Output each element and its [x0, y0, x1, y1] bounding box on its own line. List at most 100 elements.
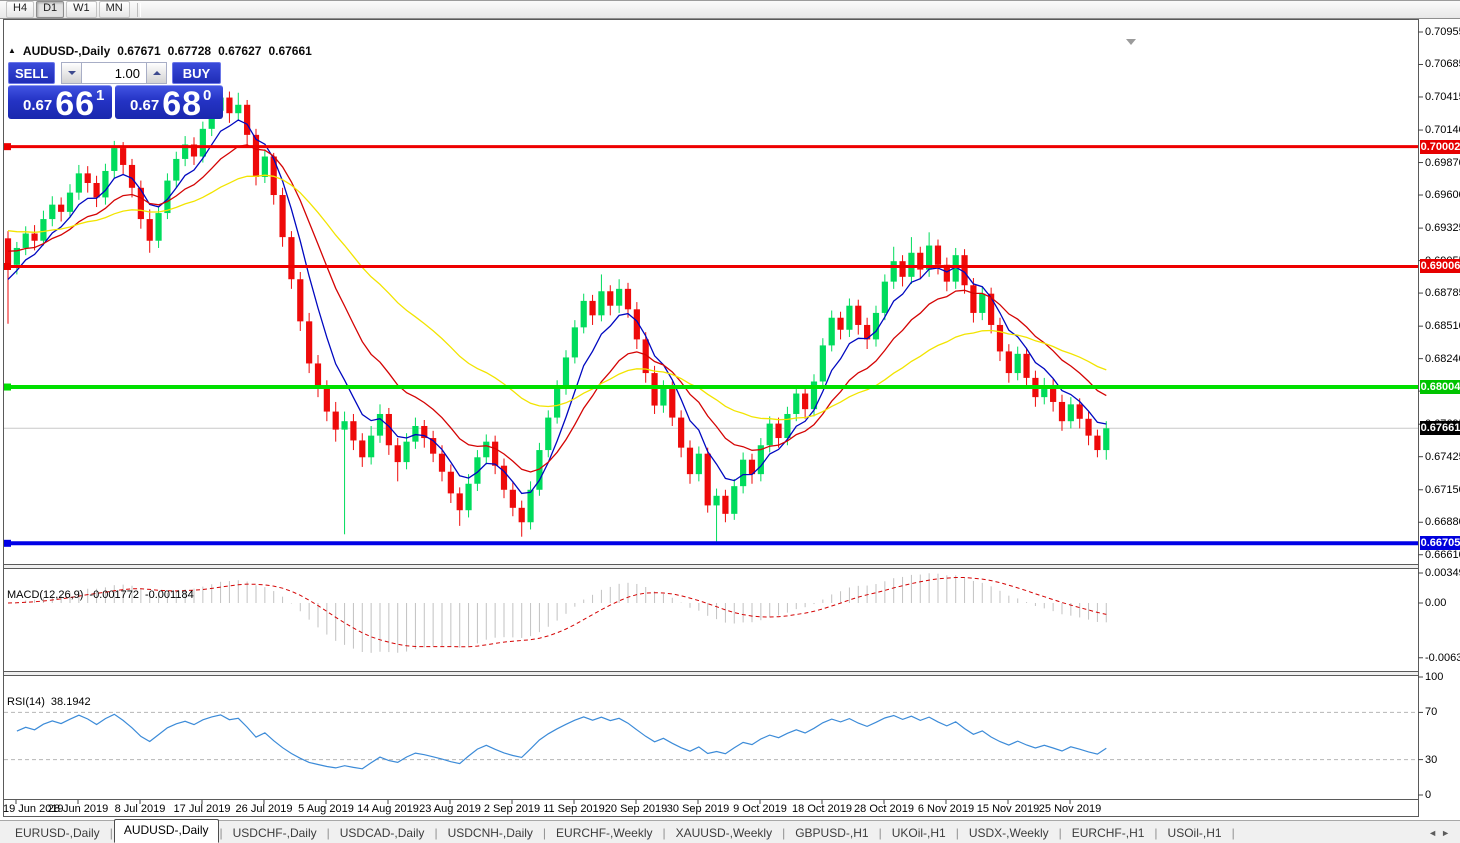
candle-body	[403, 442, 409, 462]
candle-body	[85, 173, 91, 183]
rsi-value: 38.1942	[51, 696, 91, 708]
chart-tab-audusd-daily[interactable]: AUDUSD-,Daily	[114, 819, 219, 843]
candle-body	[1103, 428, 1109, 450]
chart-tab-usdcad-daily[interactable]: USDCAD-,Daily	[331, 824, 434, 843]
time-axis-label: 5 Aug 2019	[298, 803, 354, 815]
rsi-name: RSI(14)	[7, 696, 45, 708]
candle-body	[40, 219, 46, 241]
macd-tick-label: 0.00	[1425, 597, 1446, 609]
price-tick-label: 0.68510	[1425, 320, 1460, 332]
candle-body	[279, 195, 285, 237]
rsi-indicator-label: RSI(14) 38.1942	[7, 696, 91, 708]
time-axis-label: 30 Sep 2019	[667, 803, 729, 815]
candle-body	[979, 294, 985, 313]
timeframe-button-w1[interactable]: W1	[66, 1, 97, 18]
macd-tick-label: 0.00349	[1425, 567, 1460, 579]
chart-tabs: EURUSD-,Daily|AUDUSD-,Daily|USDCHF-,Dail…	[6, 819, 1236, 843]
volume-decrease-button[interactable]	[61, 62, 82, 84]
candle-body	[1068, 404, 1074, 421]
candle-body	[439, 454, 445, 472]
chart-tab-usdx-weekly[interactable]: USDX-,Weekly	[960, 824, 1058, 843]
time-axis-label: 26 Jul 2019	[236, 803, 293, 815]
candle-body	[563, 357, 569, 387]
candle-body	[829, 318, 835, 346]
sell-price-box[interactable]: 0.67 66 1	[8, 85, 112, 119]
candle-body	[359, 440, 365, 457]
candle-body	[492, 442, 498, 466]
price-tick-label: 0.67425	[1425, 451, 1460, 463]
time-axis-label: 23 Aug 2019	[419, 803, 481, 815]
price-tick-label: 0.69325	[1425, 222, 1460, 234]
price-tick-label: 0.68240	[1425, 353, 1460, 365]
candle-body	[545, 418, 551, 450]
chart-tab-eurusd-daily[interactable]: EURUSD-,Daily	[6, 824, 109, 843]
timeframe-buttons: H4D1W1MN	[6, 1, 130, 18]
timeframe-button-mn[interactable]: MN	[99, 1, 130, 18]
horizontal-line-handle[interactable]	[4, 263, 11, 270]
buy-price-sup: 0	[203, 87, 211, 104]
time-axis-label: 9 Oct 2019	[733, 803, 787, 815]
price-badge-070002: 0.70002	[1420, 140, 1460, 154]
candle-body	[93, 183, 99, 197]
chart-canvas[interactable]	[0, 18, 1460, 820]
candle-body	[58, 205, 64, 212]
collapse-panel-icon[interactable]: ▲	[8, 46, 16, 55]
candle-body	[855, 306, 861, 325]
candle-body	[1059, 402, 1065, 421]
sell-button[interactable]: SELL	[8, 62, 55, 84]
volume-input[interactable]	[82, 62, 146, 84]
tabs-scroll-right-icon[interactable]: ►	[1441, 828, 1454, 838]
candle-body	[581, 301, 587, 327]
candle-body	[31, 234, 37, 241]
candle-body	[262, 157, 268, 177]
time-axis-label: 15 Nov 2019	[977, 803, 1039, 815]
candle-body	[767, 424, 773, 446]
candle-body	[837, 318, 843, 330]
time-axis-label: 18 Oct 2019	[792, 803, 852, 815]
candle-body	[678, 418, 684, 448]
chart-tab-eurchf-weekly[interactable]: EURCHF-,Weekly	[547, 824, 661, 843]
candle-body	[457, 493, 463, 510]
candle-body	[49, 205, 55, 219]
tab-separator: |	[1231, 824, 1236, 843]
chart-tab-ukoil-h1[interactable]: UKOil-,H1	[883, 824, 955, 843]
volume-stepper	[61, 62, 167, 84]
time-axis-label: 28 Oct 2019	[854, 803, 914, 815]
candle-body	[589, 301, 595, 315]
volume-increase-button[interactable]	[146, 62, 167, 84]
chart-tab-usdcnh-daily[interactable]: USDCNH-,Daily	[439, 824, 542, 843]
ohlc-close: 0.67661	[268, 44, 311, 58]
chart-tab-usdchf-daily[interactable]: USDCHF-,Daily	[224, 824, 326, 843]
horizontal-line-handle[interactable]	[4, 384, 11, 391]
buy-price-base: 0.67	[130, 97, 159, 114]
horizontal-line-handle[interactable]	[4, 540, 11, 547]
candle-body	[129, 165, 135, 188]
candle-body	[395, 445, 401, 462]
buy-price-box[interactable]: 0.67 68 0	[115, 85, 223, 119]
time-axis-label: 2 Sep 2019	[484, 803, 540, 815]
tabs-scroll-left-icon[interactable]: ◄	[1428, 828, 1441, 838]
chart-tab-xauusd-weekly[interactable]: XAUUSD-,Weekly	[667, 824, 781, 843]
chart-tab-gbpusd-h1[interactable]: GBPUSD-,H1	[786, 824, 877, 843]
chart-shift-marker-icon[interactable]	[1126, 39, 1136, 45]
candle-body	[882, 282, 888, 313]
chart-tab-usoil-h1[interactable]: USOil-,H1	[1159, 824, 1231, 843]
buy-button[interactable]: BUY	[172, 62, 221, 84]
timeframe-button-h4[interactable]: H4	[6, 1, 34, 18]
candle-body	[660, 388, 666, 406]
candle-body	[120, 148, 126, 165]
candle-body	[775, 424, 781, 438]
candle-body	[147, 219, 153, 241]
price-tick-label: 0.70685	[1425, 58, 1460, 70]
sell-price-base: 0.67	[23, 97, 52, 114]
time-axis-label: 14 Aug 2019	[357, 803, 419, 815]
candle-body	[1006, 351, 1012, 373]
candle-body	[111, 148, 117, 171]
candle-body	[793, 394, 799, 414]
timeframe-button-d1[interactable]: D1	[36, 1, 64, 18]
candle-body	[731, 486, 737, 514]
tab-scroll-arrows: ◄►	[1428, 828, 1454, 838]
chart-tab-eurchf-h1[interactable]: EURCHF-,H1	[1063, 824, 1154, 843]
candle-body	[333, 412, 339, 430]
horizontal-line-handle[interactable]	[4, 143, 11, 150]
